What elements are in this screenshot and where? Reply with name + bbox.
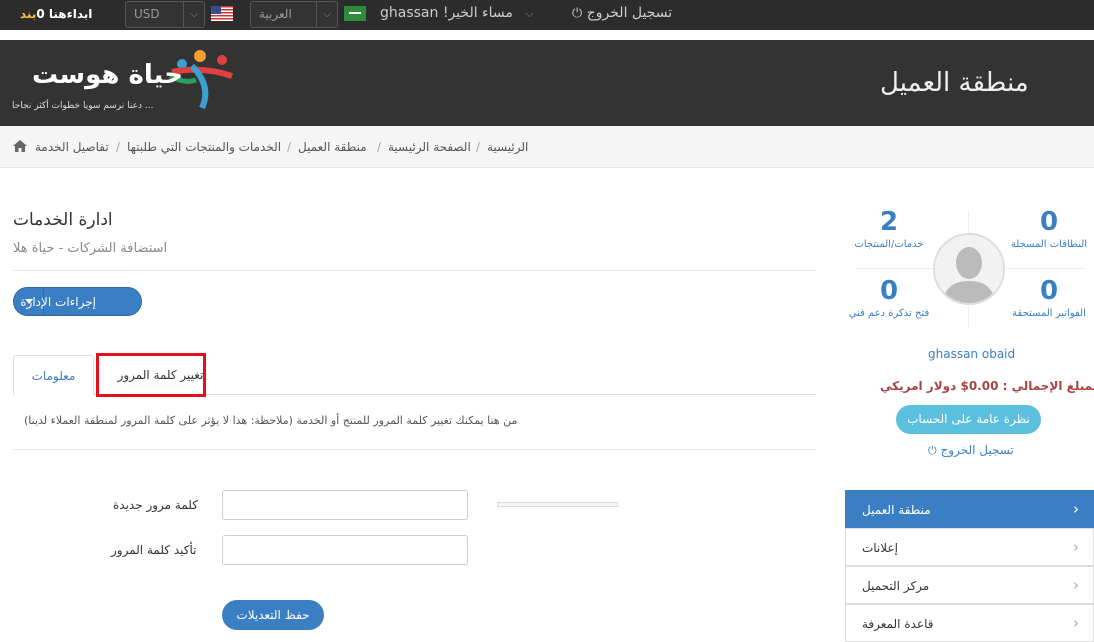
stat-domains-count: 0 <box>1039 207 1059 237</box>
saudi-flag-icon[interactable] <box>344 6 366 21</box>
stat-services[interactable]: 2 خدمات/المنتجات <box>845 207 933 250</box>
stat-tickets-count: 0 <box>879 276 899 306</box>
save-button[interactable]: حفظ التعديلات <box>222 600 324 630</box>
sidebar-item-knowledgebase[interactable]: قاعدة المعرفة › <box>845 604 1094 642</box>
new-password-field[interactable] <box>222 490 468 520</box>
stat-services-count: 2 <box>879 207 899 237</box>
stat-invoices-count: 0 <box>1039 276 1059 306</box>
language-value: العربية <box>259 7 292 21</box>
sidebar-item-label: إعلانات <box>862 541 898 555</box>
account-total: المبلغ الإجمالي : 0.00$ دولار امريكي <box>880 379 1094 393</box>
breadcrumb-homepage[interactable]: الصفحة الرئيسية <box>388 140 471 154</box>
tab-information-label: معلومات <box>31 369 76 383</box>
user-name: ghassan obaid <box>928 347 1016 361</box>
new-password-label: كلمة مرور جديدة <box>113 498 198 512</box>
home-icon <box>13 140 27 152</box>
currency-select[interactable]: USD ⌵ <box>125 1 205 28</box>
user-menu[interactable]: ghassan !مساء الخير ⌵ <box>380 5 534 21</box>
power-icon: ⏻ <box>928 444 937 457</box>
management-actions-label: إجراءات الإدارة <box>20 295 96 309</box>
service-title: ادارة الخدمات <box>13 210 113 230</box>
chevron-right-icon: › <box>1073 500 1079 518</box>
sidebar-item-label: مركز التحميل <box>862 579 930 593</box>
breadcrumb-separator: / <box>476 140 481 154</box>
sidebar-logout-link[interactable]: ⏻ تسجيل الخروج <box>928 443 1014 458</box>
language-select[interactable]: العربية ⌵ <box>250 1 338 28</box>
us-flag-icon[interactable] <box>211 6 233 21</box>
currency-value: USD <box>134 7 160 21</box>
sidebar-item-announcements[interactable]: إعلانات › <box>845 528 1094 566</box>
stat-domains-label: النطاقات المسجلة <box>1010 239 1088 250</box>
divider <box>13 270 816 271</box>
breadcrumb-home[interactable]: الرئيسية <box>487 140 528 154</box>
stat-services-label: خدمات/المنتجات <box>854 239 924 250</box>
service-subtitle: استضافة الشركات - حياة هلا <box>13 241 168 256</box>
sidebar-logout-label[interactable]: تسجيل الخروج <box>941 443 1014 457</box>
logo-text: حياة هوست <box>32 60 183 90</box>
divider <box>13 449 816 450</box>
tab-information[interactable]: معلومات <box>13 355 94 395</box>
management-actions-button[interactable]: إجراءات الإدارة <box>13 287 142 316</box>
chevron-down-icon: ⌵ <box>316 2 331 27</box>
top-logout-link[interactable]: ⏻ تسجيل الخروج <box>572 5 672 21</box>
top-logout-label[interactable]: تسجيل الخروج <box>587 5 672 21</box>
breadcrumb: تفاصيل الخدمة / الخدمات والمنتجات التي ط… <box>0 126 1094 168</box>
confirm-password-label: تأكيد كلمة المرور <box>111 543 197 557</box>
stat-domains[interactable]: 0 النطاقات المسجلة <box>1000 207 1094 250</box>
breadcrumb-services[interactable]: الخدمات والمنتجات التي طلبتها <box>127 140 281 154</box>
chevron-right-icon: › <box>1073 614 1079 632</box>
chevron-right-icon: › <box>1073 538 1079 556</box>
highlight-box <box>96 353 206 397</box>
password-strength-bar <box>497 502 618 507</box>
greeting-text[interactable]: ghassan !مساء الخير <box>380 5 513 21</box>
confirm-password-field[interactable] <box>222 535 468 565</box>
site-logo[interactable]: حياة هوست دعنا نرسم سويا خطوات أكثر نجاح… <box>12 46 242 116</box>
cart-label[interactable]: ابداءهنا 0 <box>36 7 92 21</box>
logo-tagline: دعنا نرسم سويا خطوات أكثر نجاحا ... <box>12 101 154 111</box>
cart-brand[interactable]: بند <box>20 7 36 21</box>
password-note: (من هنا يمكنك تغيير كلمة المرور للمنتج أ… <box>24 414 518 427</box>
user-silhouette-icon <box>935 235 1003 303</box>
breadcrumb-separator: / <box>116 140 121 154</box>
sidebar-item-downloads[interactable]: مركز التحميل › <box>845 566 1094 604</box>
stat-invoices[interactable]: 0 الفواتير المستحقة <box>1000 276 1094 319</box>
power-icon: ⏻ <box>572 6 583 21</box>
breadcrumb-service-details: تفاصيل الخدمة <box>35 140 109 154</box>
top-bar: ابداءهنا 0بند USD ⌵ العربية ⌵ ghassan !م… <box>0 0 1094 30</box>
chevron-down-icon: ⌵ <box>525 7 534 20</box>
breadcrumb-client-area[interactable]: منطقة العميل <box>298 140 367 154</box>
stat-invoices-label: الفواتير المستحقة <box>1012 308 1086 319</box>
page-title: منطقة العميل <box>880 68 1029 98</box>
chevron-right-icon: › <box>1073 576 1079 594</box>
sidebar-item-label: منطقة العميل <box>862 503 931 517</box>
sidebar-item-label: قاعدة المعرفة <box>862 617 934 631</box>
breadcrumb-separator: / <box>377 140 382 154</box>
account-overview-button[interactable]: نظرة عامة على الحساب <box>896 405 1041 434</box>
avatar <box>933 233 1005 305</box>
chevron-down-icon: ⌵ <box>183 2 198 27</box>
stat-tickets-label: فتح تذكرة دعم فني <box>848 308 930 319</box>
stat-tickets[interactable]: 0 فتح تذكرة دعم فني <box>840 276 938 319</box>
cart-link[interactable]: ابداءهنا 0بند <box>14 7 92 21</box>
site-header: حياة هوست دعنا نرسم سويا خطوات أكثر نجاح… <box>0 40 1094 126</box>
breadcrumb-separator: / <box>287 140 292 154</box>
sidebar-item-client-area[interactable]: منطقة العميل › <box>845 490 1094 528</box>
